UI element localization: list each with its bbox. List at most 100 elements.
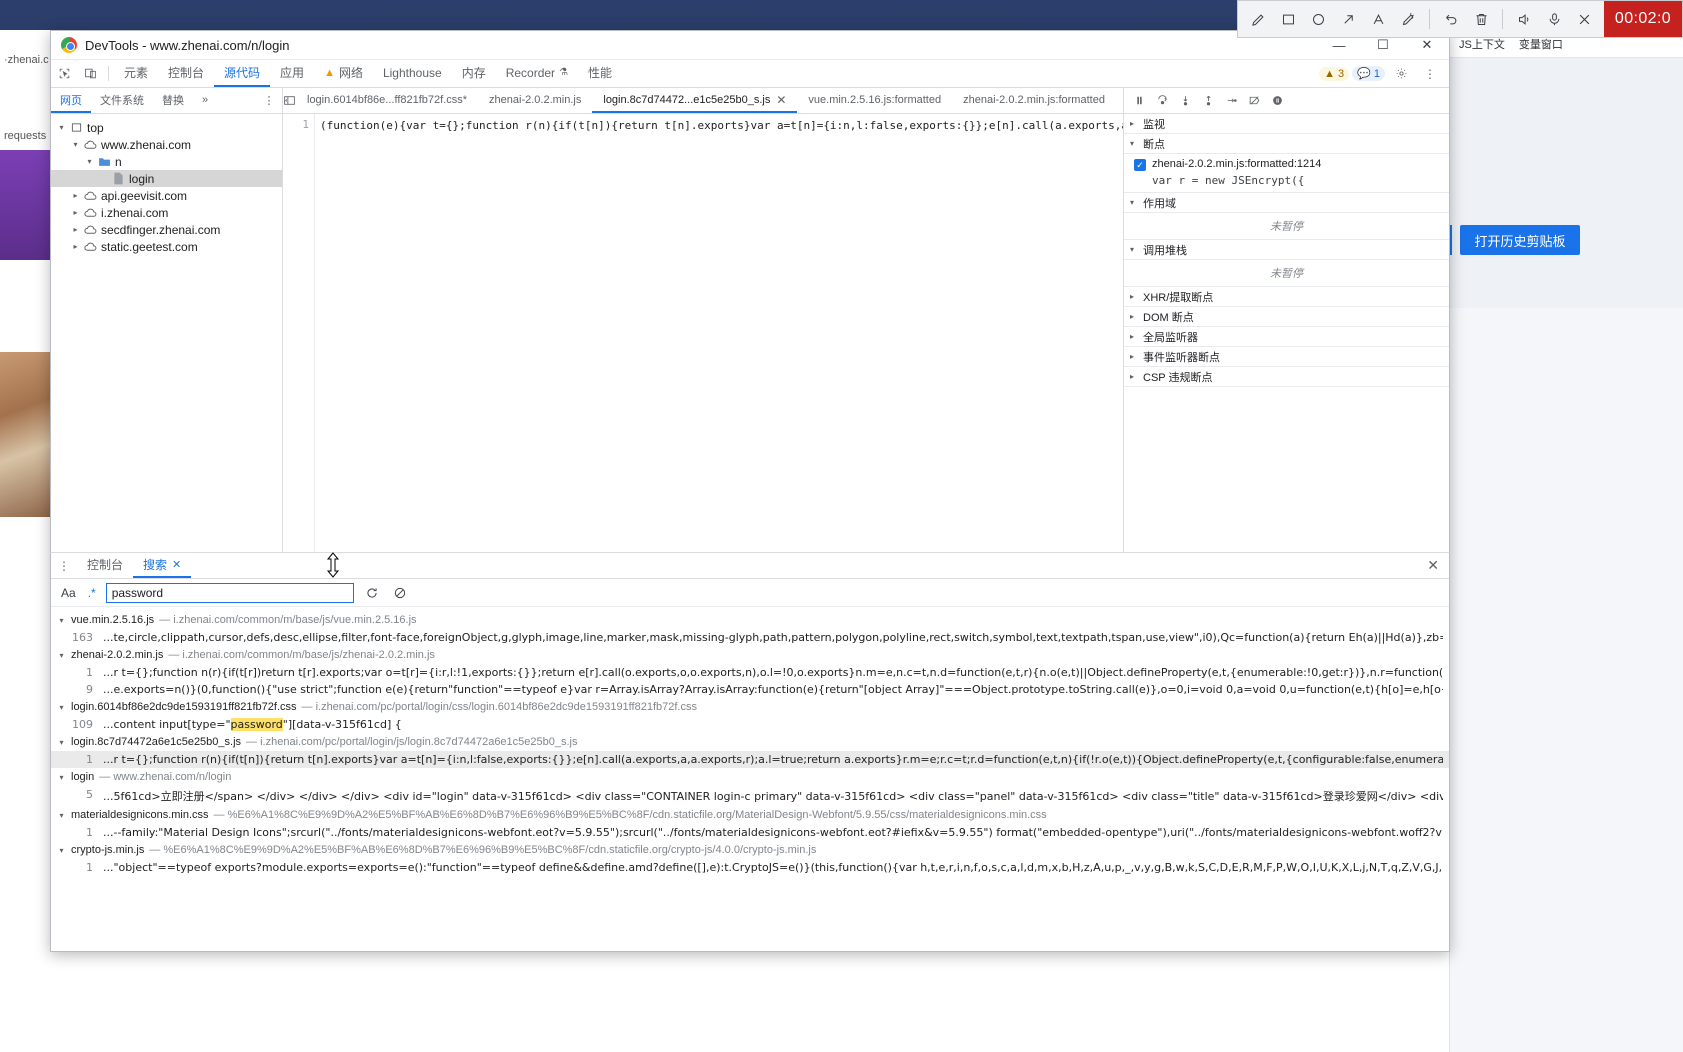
close-tab-icon[interactable]: ✕ [172, 558, 181, 571]
chevron-down-icon[interactable]: ▾ [1130, 245, 1138, 254]
drawer-tabs[interactable]: ⋮ 控制台 搜索 ✕ ✕ [51, 553, 1449, 579]
navigator-tab-page[interactable]: 网页 [51, 88, 91, 113]
chevron-down-icon[interactable]: ▾ [1130, 139, 1138, 148]
chevron-right-icon[interactable]: ▸ [1130, 332, 1138, 341]
section-breakpoints[interactable]: ▾ 断点 [1124, 134, 1449, 154]
deactivate-breakpoints-icon[interactable] [1243, 90, 1265, 112]
result-file-header[interactable]: ▾ crypto-js.min.js — %E6%A1%8C%E9%9D%A2%… [51, 841, 1449, 859]
ellipse-icon[interactable] [1304, 5, 1332, 33]
result-match-line[interactable]: 1 ...--family:"Material Design Icons";sr… [51, 824, 1449, 841]
tab-elements[interactable]: 元素 [114, 60, 158, 87]
result-match-line[interactable]: 5 ...5f61cd>立即注册</span> </div> </div> </… [51, 786, 1449, 806]
recorder-tool-group[interactable] [1238, 1, 1604, 37]
tab-network[interactable]: ▲ 网络 [314, 60, 373, 87]
more-options-icon[interactable]: ⋮ [1417, 67, 1443, 81]
chevron-right-icon[interactable]: ▸ [1130, 352, 1138, 361]
section-xhr-breakpoints[interactable]: ▸ XHR/提取断点 [1124, 287, 1449, 307]
chevron-down-icon[interactable]: ▾ [57, 738, 66, 747]
highlighter-icon[interactable] [1394, 5, 1422, 33]
navigator-tab-overrides[interactable]: 替换 [153, 88, 193, 113]
chevron-right-icon[interactable]: ▸ [1130, 292, 1138, 301]
result-file-header[interactable]: ▾ login — www.zhenai.com/n/login [51, 768, 1449, 786]
close-icon[interactable] [1570, 5, 1598, 33]
chevron-down-icon[interactable]: ▾ [1130, 198, 1138, 207]
drawer-close-button[interactable]: ✕ [1417, 553, 1449, 578]
chevron-right-icon[interactable]: ▸ [71, 225, 80, 234]
navigator-tabs[interactable]: 网页 文件系统 替换 » ⋮ [51, 88, 282, 114]
file-tab-login-s-js[interactable]: login.8c7d74472...e1c5e25b0_s.js ✕ [592, 88, 798, 113]
section-call-stack[interactable]: ▾ 调用堆栈 [1124, 240, 1449, 260]
file-tab-vue-formatted[interactable]: vue.min.2.5.16.js:formatted [797, 88, 952, 113]
result-file-header[interactable]: ▾ vue.min.2.5.16.js — i.zhenai.com/commo… [51, 611, 1449, 629]
warning-count-badge[interactable]: ▲ 3 [1319, 66, 1350, 81]
result-match-line[interactable]: 1 ...r t={};function n(r){if(t[r])return… [51, 664, 1449, 681]
step-into-icon[interactable] [1174, 90, 1196, 112]
chevron-down-icon[interactable]: ▾ [57, 703, 66, 712]
pause-resume-icon[interactable] [1128, 90, 1150, 112]
section-scope[interactable]: ▾ 作用域 [1124, 193, 1449, 213]
open-clipboard-history-button[interactable]: 打开历史剪贴板 [1460, 225, 1580, 255]
result-match-line[interactable]: 1 ..."object"==typeof exports?module.exp… [51, 859, 1449, 876]
inspect-element-icon[interactable] [51, 60, 77, 87]
file-tab-zhenai-formatted[interactable]: zhenai-2.0.2.min.js:formatted [952, 88, 1116, 113]
tab-sources[interactable]: 源代码 [214, 60, 271, 87]
devtools-panel-tabs[interactable]: 元素 控制台 源代码 应用 ▲ 网络 Lighthouse 内存 Recorde… [51, 60, 1449, 88]
tab-performance[interactable]: 性能 [578, 60, 622, 87]
chevron-right-icon[interactable]: ▸ [71, 208, 80, 217]
chevron-down-icon[interactable]: ▾ [57, 616, 66, 625]
tree-node-secdfinger-zhenai-com[interactable]: ▸ secdfinger.zhenai.com [51, 221, 282, 238]
screen-recorder-toolbar[interactable]: 00:02:0 [1237, 0, 1683, 38]
clear-icon[interactable] [390, 583, 410, 603]
chevron-down-icon[interactable]: ▾ [57, 651, 66, 660]
drawer-tab-search[interactable]: 搜索 ✕ [133, 553, 192, 578]
tree-node-api-geevisit-com[interactable]: ▸ api.geevisit.com [51, 187, 282, 204]
chevron-down-icon[interactable]: ▾ [71, 140, 80, 149]
message-count-badge[interactable]: 💬 1 [1352, 66, 1385, 81]
search-toolbar[interactable]: Aa .* [51, 579, 1449, 607]
result-file-header[interactable]: ▾ materialdesignicons.min.css — %E6%A1%8… [51, 806, 1449, 824]
chevron-down-icon[interactable]: ▾ [85, 157, 94, 166]
chevron-down-icon[interactable]: ▾ [57, 846, 66, 855]
section-csp-violation-breakpoints[interactable]: ▸ CSP 违规断点 [1124, 367, 1449, 387]
search-match-case-toggle[interactable]: Aa [59, 586, 78, 600]
editor-file-tabs[interactable]: login.6014bf86e...ff821fb72f.css* zhenai… [283, 88, 1163, 114]
result-match-line[interactable]: 163 ...te,circle,clippath,cursor,defs,de… [51, 629, 1449, 646]
undo-icon[interactable] [1437, 5, 1465, 33]
result-match-line[interactable]: 9 ...e.exports=n()}(0,function(){"use st… [51, 681, 1449, 698]
debugger-toolbar[interactable] [1124, 88, 1449, 114]
tree-node-login[interactable]: login [51, 170, 282, 187]
step-icon[interactable] [1220, 90, 1242, 112]
device-toolbar-icon[interactable] [77, 60, 103, 87]
tree-node-static-geetest-com[interactable]: ▸ static.geetest.com [51, 238, 282, 255]
close-tab-icon[interactable]: ✕ [776, 93, 786, 107]
chevron-right-icon[interactable]: ▸ [71, 242, 80, 251]
navigator-tabs-right[interactable]: ⋮ [256, 88, 282, 113]
search-regex-toggle[interactable]: .* [86, 586, 98, 600]
result-file-header[interactable]: ▾ zhenai-2.0.2.min.js — i.zhenai.com/com… [51, 646, 1449, 664]
pen-icon[interactable] [1244, 5, 1272, 33]
result-match-line[interactable]: 109 ...content input[type="password"][da… [51, 716, 1449, 733]
breakpoints-list[interactable]: ✓ zhenai-2.0.2.min.js:formatted:1214 var… [1124, 154, 1449, 193]
section-global-listeners[interactable]: ▸ 全局监听器 [1124, 327, 1449, 347]
refresh-icon[interactable] [362, 583, 382, 603]
tab-lighthouse[interactable]: Lighthouse [373, 60, 452, 87]
chevron-right-icon[interactable]: ▸ [71, 191, 80, 200]
section-event-listener-breakpoints[interactable]: ▸ 事件监听器断点 [1124, 347, 1449, 367]
rectangle-icon[interactable] [1274, 5, 1302, 33]
arrow-icon[interactable] [1334, 5, 1362, 33]
chevron-right-icon[interactable]: ▸ [1130, 372, 1138, 381]
tree-node-www-zhenai-com[interactable]: ▾ www.zhenai.com [51, 136, 282, 153]
result-file-header[interactable]: ▾ login.6014bf86e2dc9de1593191ff821fb72f… [51, 698, 1449, 716]
step-over-icon[interactable] [1151, 90, 1173, 112]
file-tab-login-css[interactable]: login.6014bf86e...ff821fb72f.css* [296, 88, 478, 113]
navigator-tab-filesystem[interactable]: 文件系统 [91, 88, 153, 113]
chevron-down-icon[interactable]: ▾ [57, 123, 66, 132]
breakpoint-item[interactable]: ✓ zhenai-2.0.2.min.js:formatted:1214 [1124, 154, 1449, 173]
settings-gear-icon[interactable] [1388, 67, 1414, 80]
result-match-line[interactable]: 1 ...r t={};function r(n){if(t[n]){retur… [51, 751, 1449, 768]
section-watch[interactable]: ▸ 监视 [1124, 114, 1449, 134]
search-results-list[interactable]: ▾ vue.min.2.5.16.js — i.zhenai.com/commo… [51, 607, 1449, 951]
tab-recorder[interactable]: Recorder ⚗ [496, 60, 578, 87]
tab-console[interactable]: 控制台 [158, 60, 214, 87]
file-tab-zhenai-min-js[interactable]: zhenai-2.0.2.min.js [478, 88, 592, 113]
